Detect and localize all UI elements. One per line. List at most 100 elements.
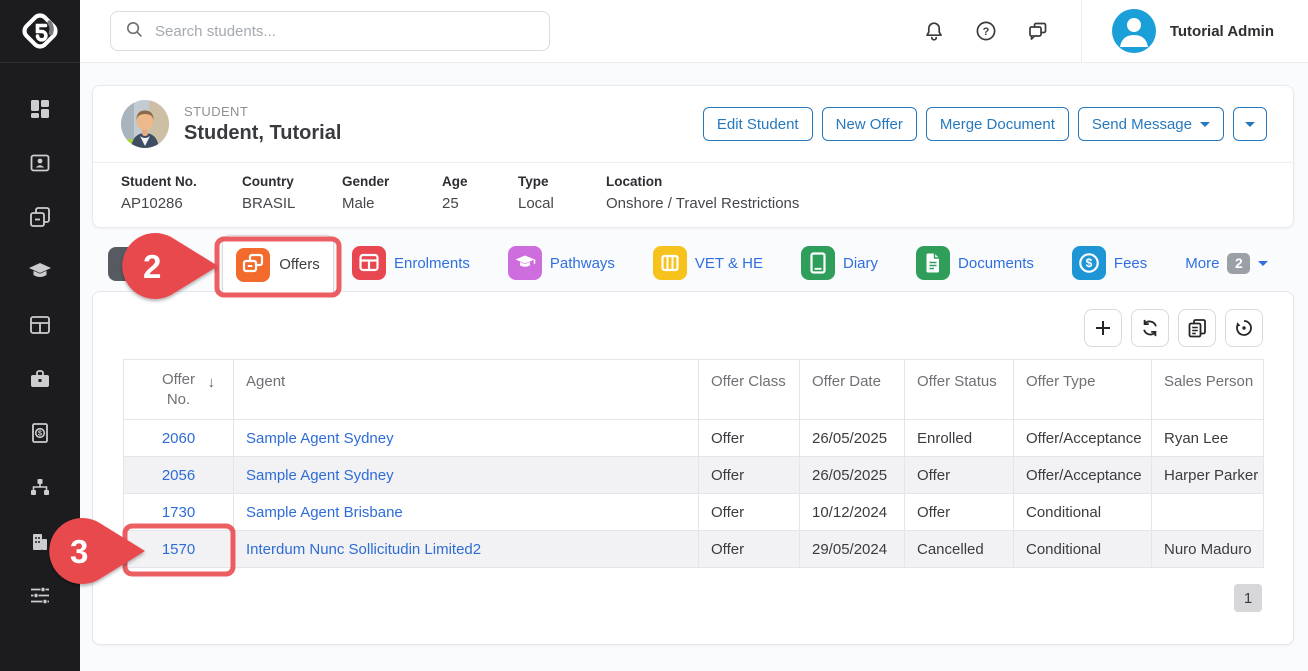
sidebar-item-courses[interactable] (28, 258, 53, 283)
send-message-button[interactable]: Send Message (1078, 107, 1224, 141)
sidebar-item-invoices[interactable]: $ (28, 420, 53, 445)
tab-label: Offers (279, 256, 320, 273)
offer-class-cell: Offer (699, 531, 800, 568)
chevron-down-icon (1245, 122, 1255, 132)
table-row: 2056Sample Agent SydneyOffer26/05/2025Of… (124, 457, 1264, 494)
table-row: 1570 Interdum Nunc Sollicitudin Limited2 O… (124, 531, 1264, 568)
tab-label: Fees (1114, 255, 1147, 272)
col-header-offer-status[interactable]: Offer Status (905, 360, 1014, 420)
app-logo-icon[interactable] (0, 0, 80, 63)
tab-row: Enrolments Pathways VET & HE Diary (352, 234, 1268, 292)
new-offer-button[interactable]: New Offer (822, 107, 917, 141)
tab-diary[interactable]: Diary (801, 246, 878, 280)
diary-tab-icon (801, 246, 835, 280)
sidebar-item-timetable[interactable] (28, 312, 53, 337)
sidebar-item-agents[interactable] (28, 366, 53, 391)
sales-person-cell: Harper Parker (1152, 457, 1264, 494)
col-header-offer-class[interactable]: Offer Class (699, 360, 800, 420)
col-header-agent[interactable]: Agent (234, 360, 699, 420)
tab-fees[interactable]: $ Fees (1072, 246, 1147, 280)
agent-link[interactable]: Sample Agent Sydney (246, 467, 394, 484)
offer-no-link[interactable]: 1570 (162, 541, 195, 558)
tab-label: Documents (958, 255, 1034, 272)
documents-tab-icon (916, 246, 950, 280)
offer-type-cell: Offer/Acceptance (1014, 420, 1152, 457)
sort-desc-icon[interactable]: ↓ (208, 374, 216, 391)
sidebar-item-settings[interactable] (28, 582, 53, 607)
sidebar-nav: $ (0, 63, 80, 607)
help-icon[interactable]: ? (973, 18, 999, 44)
tab-label: Enrolments (394, 255, 470, 272)
agent-link[interactable]: Interdum Nunc Sollicitudin Limited2 (246, 541, 481, 558)
tab-vet-he[interactable]: VET & HE (653, 246, 763, 280)
sales-person-cell: Ryan Lee (1152, 420, 1264, 457)
col-header-offer-no[interactable]: Offer No.↓ (124, 360, 234, 420)
more-count-badge: 2 (1227, 253, 1250, 274)
offer-status-cell: Offer (905, 457, 1014, 494)
tab-documents[interactable]: Documents (916, 246, 1034, 280)
field-age: Age25 (442, 174, 518, 212)
sidebar: $ (0, 0, 80, 671)
app-window: $ ? (0, 0, 1308, 671)
add-offer-button[interactable] (1084, 309, 1122, 347)
field-location: LocationOnshore / Travel Restrictions (606, 174, 1265, 212)
sidebar-item-offers[interactable] (28, 204, 53, 229)
offer-no-cell: 2056 (124, 457, 234, 494)
copy-button[interactable] (1178, 309, 1216, 347)
user-avatar[interactable] (1112, 9, 1156, 53)
more-actions-dropdown-button[interactable] (1233, 107, 1267, 141)
tab-offers[interactable]: Offers (222, 235, 334, 293)
refresh-button[interactable] (1131, 309, 1169, 347)
tab-more[interactable]: More 2 (1185, 253, 1268, 274)
student-tabs: Offers Enrolments Pathways VET & HE (92, 234, 1294, 292)
sidebar-item-dashboard[interactable] (28, 96, 53, 121)
offer-date-cell: 10/12/2024 (800, 494, 905, 531)
offers-panel: Offer No.↓ Agent Offer Class Offer Date … (92, 291, 1294, 645)
search-box (110, 11, 550, 51)
tab-pathways[interactable]: Pathways (508, 246, 615, 280)
offers-toolbar (1084, 309, 1263, 347)
offer-class-cell: Offer (699, 457, 800, 494)
sidebar-item-organisation[interactable] (28, 528, 53, 553)
offer-no-link[interactable]: 2060 (162, 430, 195, 447)
sidebar-item-pathways[interactable] (28, 474, 53, 499)
chat-icon[interactable] (1025, 18, 1051, 44)
notifications-bell-icon[interactable] (921, 18, 947, 44)
offers-tab-icon (236, 248, 270, 282)
offer-no-cell: 2060 (124, 420, 234, 457)
agent-link[interactable]: Sample Agent Sydney (246, 430, 394, 447)
user-name: Tutorial Admin (1170, 23, 1274, 40)
student-actions: Edit Student New Offer Merge Document Se… (703, 107, 1267, 141)
vet-he-tab-icon (653, 246, 687, 280)
offer-no-link[interactable]: 2056 (162, 467, 195, 484)
table-row: 2060Sample Agent SydneyOffer26/05/2025En… (124, 420, 1264, 457)
student-title-block: STUDENT Student, Tutorial (184, 104, 341, 145)
history-button[interactable] (1225, 309, 1263, 347)
tab-hidden[interactable] (108, 247, 142, 281)
offer-no-cell: 1730 (124, 494, 234, 531)
page-1-button[interactable]: 1 (1234, 584, 1262, 612)
topbar: ? Tutorial Admin (80, 0, 1308, 63)
col-header-sales-person[interactable]: Sales Person (1152, 360, 1264, 420)
more-label: More (1185, 255, 1219, 272)
tab-label: VET & HE (695, 255, 763, 272)
student-card: STUDENT Student, Tutorial Edit Student N… (92, 85, 1294, 228)
offer-type-cell: Conditional (1014, 531, 1152, 568)
tab-enrolments[interactable]: Enrolments (352, 246, 470, 280)
agent-link[interactable]: Sample Agent Brisbane (246, 504, 403, 521)
enrolments-tab-icon (352, 246, 386, 280)
svg-text:$: $ (1086, 256, 1093, 270)
col-header-offer-date[interactable]: Offer Date (800, 360, 905, 420)
col-header-offer-type[interactable]: Offer Type (1014, 360, 1152, 420)
sidebar-item-students[interactable] (28, 150, 53, 175)
offer-status-cell: Cancelled (905, 531, 1014, 568)
offer-class-cell: Offer (699, 420, 800, 457)
edit-student-button[interactable]: Edit Student (703, 107, 813, 141)
offer-class-cell: Offer (699, 494, 800, 531)
merge-document-button[interactable]: Merge Document (926, 107, 1069, 141)
offer-no-link[interactable]: 1730 (162, 504, 195, 521)
offer-date-cell: 26/05/2025 (800, 420, 905, 457)
student-photo (121, 100, 169, 148)
student-header: STUDENT Student, Tutorial Edit Student N… (93, 86, 1293, 163)
search-input[interactable] (155, 23, 536, 40)
